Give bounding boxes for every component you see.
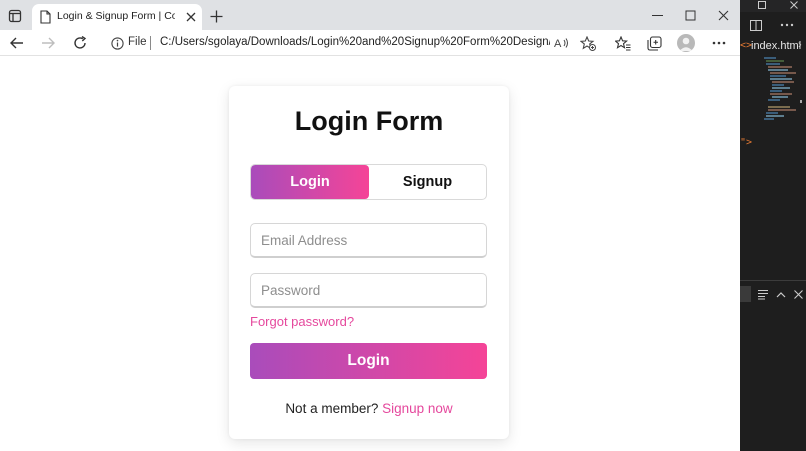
- browser-toolbar: File C:/Users/sgolaya/Downloads/Login%20…: [0, 30, 740, 56]
- email-field[interactable]: [250, 223, 487, 258]
- forgot-password-link[interactable]: Forgot password?: [250, 314, 354, 329]
- editor-restore-icon[interactable]: [756, 0, 768, 10]
- editor-title-bar: [740, 0, 806, 12]
- page-viewport: Login Form Login Signup Forgot password?…: [0, 57, 740, 451]
- favorites-icon[interactable]: [612, 32, 634, 54]
- add-favorite-icon[interactable]: [578, 34, 598, 52]
- tab-title: Login & Signup Form | CodingN: [57, 10, 175, 22]
- browser-window: Login & Signup Form | CodingN: [0, 0, 740, 451]
- editor-more-icon[interactable]: [778, 17, 796, 33]
- read-aloud-icon[interactable]: A: [552, 34, 572, 52]
- back-arrow-icon[interactable]: [6, 32, 28, 54]
- chevron-right-icon: ›: [798, 39, 802, 51]
- signup-prompt-text: Not a member?: [285, 401, 379, 416]
- close-icon[interactable]: [182, 8, 200, 26]
- editor-file-name[interactable]: index.html: [751, 40, 801, 52]
- tab-actions-icon[interactable]: [2, 3, 28, 29]
- minimize-icon[interactable]: [646, 4, 668, 26]
- address-bar[interactable]: File C:/Users/sgolaya/Downloads/Login%20…: [100, 31, 606, 55]
- window-close-icon[interactable]: [712, 4, 734, 26]
- page-icon: [37, 8, 53, 26]
- word-wrap-icon[interactable]: [756, 286, 770, 302]
- refresh-icon[interactable]: [69, 32, 91, 54]
- minimap[interactable]: [762, 55, 802, 135]
- plus-icon[interactable]: [205, 5, 227, 27]
- login-card: Login Form Login Signup Forgot password?…: [229, 86, 509, 439]
- code-editor-pane: <> index.html › ">: [740, 0, 806, 451]
- profile-avatar[interactable]: [677, 34, 695, 52]
- tab-strip: Login & Signup Form | CodingN: [0, 0, 740, 30]
- split-editor-icon[interactable]: [748, 17, 764, 33]
- editor-breadcrumb[interactable]: <> index.html ›: [740, 39, 806, 55]
- address-separator: [150, 36, 151, 50]
- tab-signup[interactable]: Signup: [369, 165, 486, 199]
- more-icon[interactable]: [708, 32, 730, 54]
- signup-prompt-row: Not a member? Signup now: [229, 401, 509, 416]
- form-title: Login Form: [294, 106, 444, 136]
- chevron-up-icon[interactable]: [774, 286, 788, 302]
- signup-now-link[interactable]: Signup now: [382, 401, 453, 416]
- editor-bottom-panel: [740, 280, 806, 451]
- maximize-icon[interactable]: [679, 4, 701, 26]
- collections-icon[interactable]: [643, 32, 665, 54]
- browser-tab[interactable]: Login & Signup Form | CodingN: [32, 4, 202, 30]
- url-text[interactable]: C:/Users/sgolaya/Downloads/Login%20and%2…: [160, 36, 550, 48]
- forward-arrow-icon[interactable]: [37, 32, 59, 54]
- editor-tag-fragment: ">: [740, 137, 753, 148]
- svg-text:A: A: [554, 38, 562, 50]
- login-submit-button[interactable]: Login: [250, 343, 487, 379]
- panel-selection: [740, 286, 751, 302]
- password-field[interactable]: [250, 273, 487, 308]
- editor-close-icon[interactable]: [788, 0, 800, 10]
- file-scheme-label: File: [128, 36, 147, 48]
- form-tab-switcher: Login Signup: [250, 164, 487, 200]
- panel-close-icon[interactable]: [791, 286, 805, 302]
- info-icon[interactable]: [108, 34, 126, 52]
- tab-login[interactable]: Login: [251, 165, 369, 199]
